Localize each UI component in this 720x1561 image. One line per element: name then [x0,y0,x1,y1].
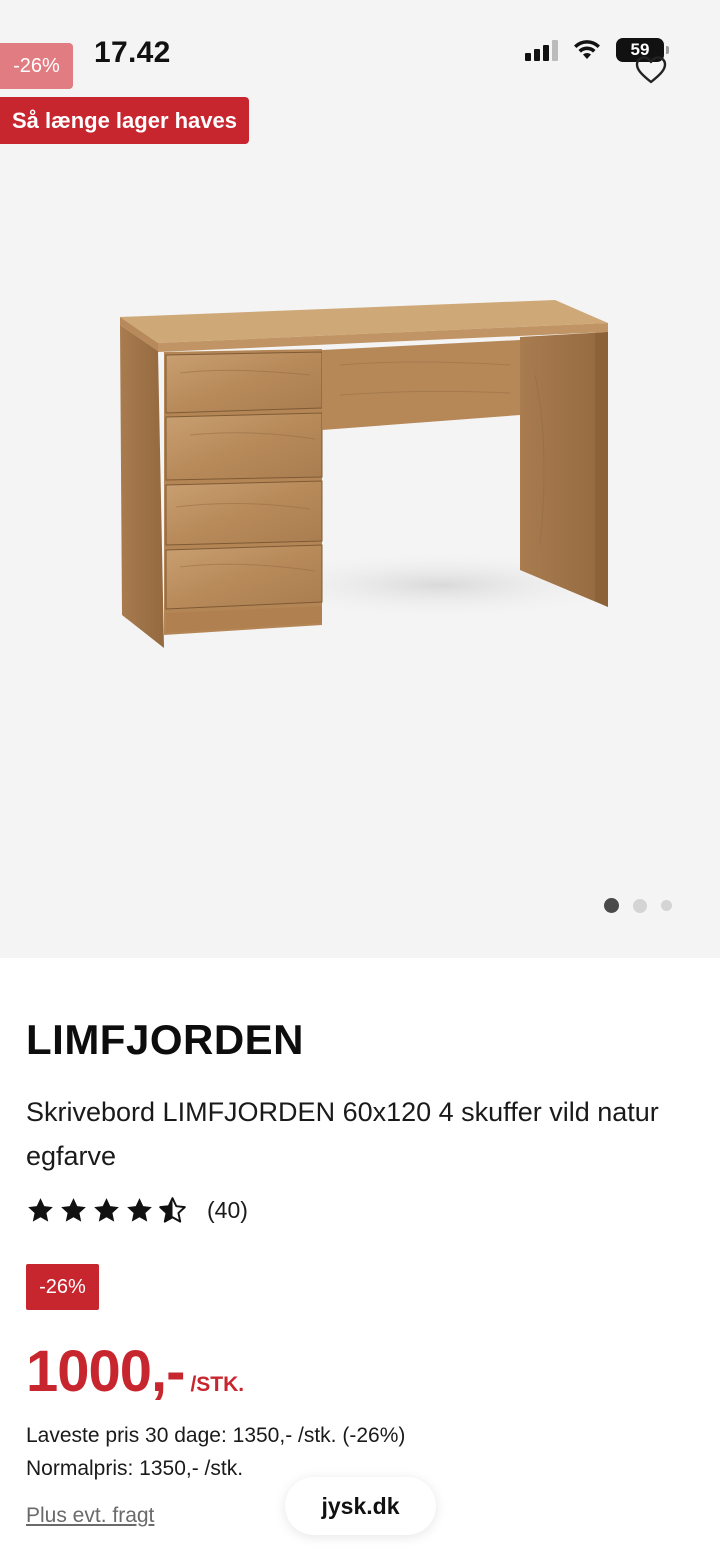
discount-badge-overlay: -26% [0,43,73,89]
product-name: Skrivebord LIMFJORDEN 60x120 4 skuffer v… [26,1097,659,1171]
star-full-icon [28,1198,53,1222]
carousel-dot[interactable] [604,898,619,913]
wifi-icon [574,40,600,59]
star-full-icon [127,1198,152,1222]
product-brand: LIMFJORDEN [26,1016,304,1063]
carousel-dot[interactable] [661,900,672,911]
rating-stars[interactable]: (40) [26,1196,248,1225]
price-unit: /STK. [190,1373,245,1396]
star-half-icon [159,1197,186,1223]
carousel-dot[interactable] [633,898,647,913]
cellular-signal-icon [525,39,558,61]
status-time: 17.42 [94,36,171,69]
price-row: 1000,- /STK. [26,1338,244,1405]
discount-badge: -26% [26,1264,99,1310]
browser-url-bar[interactable]: jysk.dk [285,1477,436,1535]
rating-count: (40) [207,1197,248,1223]
lowest-price-info: Laveste pris 30 dage: 1350,- /stk. (-26%… [26,1424,406,1447]
carousel-indicator [604,898,672,913]
stock-badge: Så længe lager haves [0,97,249,144]
star-full-icon [94,1198,119,1222]
favorite-button[interactable] [633,52,669,88]
normal-price-info: Normalpris: 1350,- /stk. [26,1457,244,1480]
heart-icon [635,56,667,84]
star-full-icon [61,1198,86,1222]
price: 1000,- [26,1339,185,1404]
desk-product-image [120,300,620,648]
shipping-link[interactable]: Plus evt. fragt [26,1504,154,1528]
product-image-carousel[interactable]: 17.42 59 -26% Så længe lager haves [0,0,720,958]
